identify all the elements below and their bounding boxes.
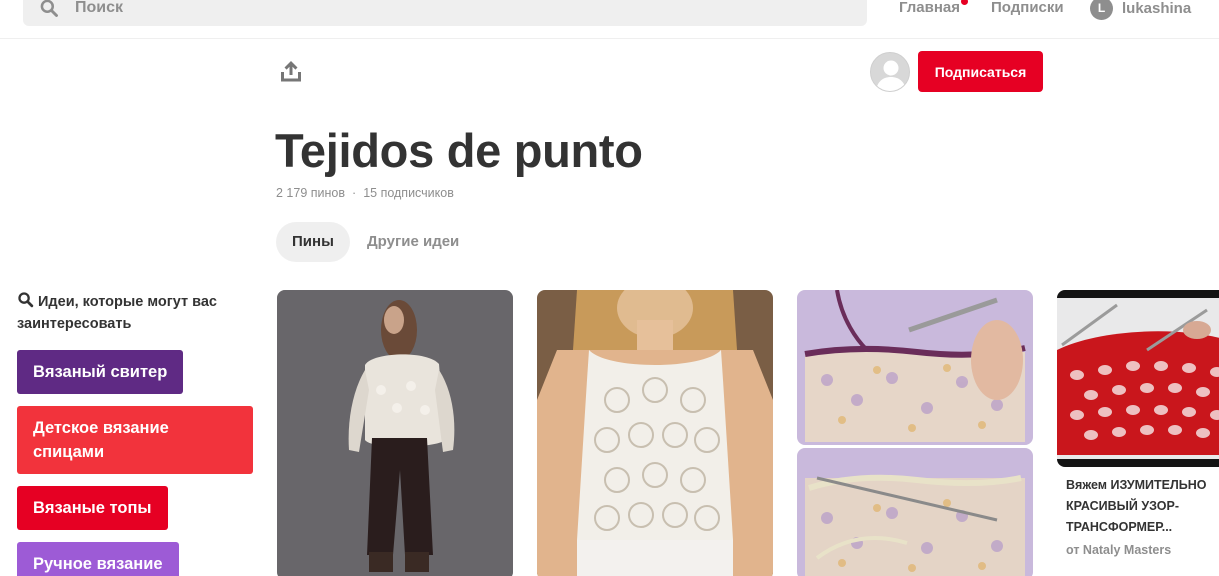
follow-button[interactable]: Подписаться xyxy=(918,51,1043,92)
pin-title[interactable]: Вяжем ИЗУМИТЕЛЬНО КРАСИВЫЙ УЗОР-ТРАНСФОР… xyxy=(1066,475,1219,538)
notification-dot xyxy=(961,0,968,5)
search-icon xyxy=(18,292,34,308)
nav-home-link[interactable]: Главная xyxy=(899,0,960,16)
search-bar[interactable]: Поиск xyxy=(23,0,867,26)
pin-author[interactable]: от Nataly Masters xyxy=(1066,542,1171,558)
crochet-top-photo xyxy=(537,290,773,576)
idea-chip-knitted-sweater[interactable]: Вязаный свитер xyxy=(17,350,184,394)
nav-subscriptions-link[interactable]: Подписки xyxy=(991,0,1064,16)
followers-count[interactable]: 15 подписчиков xyxy=(363,186,454,200)
idea-chip-hand-knitting[interactable]: Ручное вязание xyxy=(17,542,179,576)
user-name: lukashina xyxy=(1122,0,1192,17)
board-owner-avatar[interactable] xyxy=(870,52,910,92)
search-icon xyxy=(40,0,58,17)
user-avatar: L xyxy=(1090,0,1113,20)
idea-chip-kids-knitting[interactable]: Детское вязание спицами xyxy=(17,406,253,474)
pin-knitted-sweater[interactable] xyxy=(277,290,513,576)
idea-chip-knitted-tops[interactable]: Вязаные топы xyxy=(17,486,168,530)
top-bar: Поиск Главная Подписки L lukashina xyxy=(0,0,1219,39)
crochet-edging-photo xyxy=(797,448,1033,576)
tab-more-ideas[interactable]: Другие идеи xyxy=(351,222,475,262)
ideas-heading: Идеи, которые могут вас заинтересовать xyxy=(17,291,247,335)
red-knit-pattern-photo xyxy=(1057,290,1219,467)
tab-pins[interactable]: Пины xyxy=(276,222,350,262)
pin-red-knit-pattern[interactable] xyxy=(1057,290,1219,467)
board-stats: 2 179 пинов · 15 подписчиков xyxy=(276,185,454,201)
ideas-heading-text: Идеи, которые могут вас заинтересовать xyxy=(17,294,217,332)
board-title: Tejidos de punto xyxy=(275,124,643,177)
search-input[interactable]: Поиск xyxy=(75,0,123,18)
pins-count: 2 179 пинов xyxy=(276,186,346,200)
knitted-sweater-photo xyxy=(277,290,513,576)
pin-crochet-edging[interactable] xyxy=(797,290,1033,445)
default-avatar-icon xyxy=(876,60,906,91)
share-icon[interactable] xyxy=(278,58,304,84)
crochet-edging-photo xyxy=(797,290,1033,445)
user-profile-link[interactable]: L lukashina xyxy=(1090,0,1191,20)
pin-crochet-top[interactable] xyxy=(537,290,773,576)
pin-crochet-edging-step-2[interactable] xyxy=(797,448,1033,576)
stats-separator: · xyxy=(352,186,357,200)
